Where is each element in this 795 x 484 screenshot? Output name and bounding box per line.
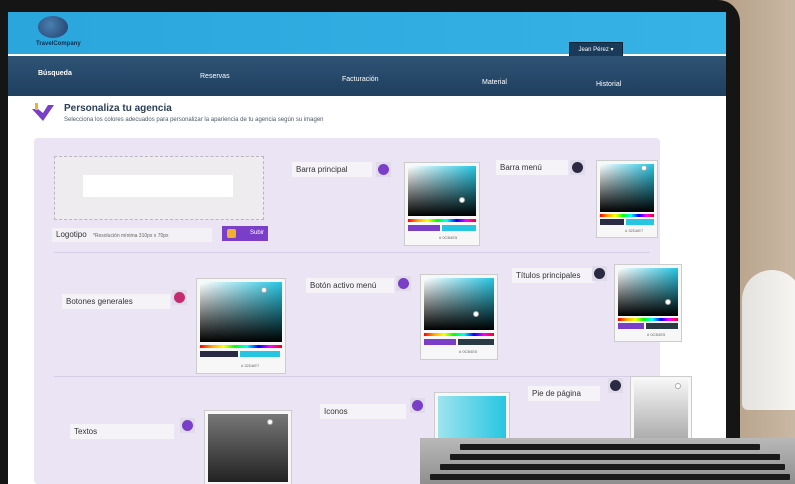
titulos-principales-old — [618, 323, 644, 329]
main-nav: Búsqueda Reservas Facturación Material H… — [8, 56, 726, 96]
page-subtitle: Selecciona los colores adecuados para pe… — [64, 117, 324, 123]
nav-item-historial[interactable]: Historial — [596, 81, 621, 88]
barra-principal-swatch — [378, 164, 389, 175]
titulos-principales-label: Títulos principales — [512, 268, 594, 283]
barra-principal-old — [408, 225, 440, 231]
user-name: Jean Pérez — [578, 47, 609, 53]
logo-field: Logotipo *Resolución mínima 310px x 70px — [52, 228, 212, 242]
titulos-principales-gradient[interactable] — [618, 268, 678, 316]
barra-principal-handle[interactable] — [459, 197, 465, 203]
boton-activo-menu-label: Botón activo menú — [306, 278, 394, 293]
key-row-1 — [460, 444, 760, 450]
nav-item-material[interactable]: Material — [482, 79, 507, 86]
textos-label: Textos — [70, 424, 174, 439]
barra-principal-swatch-box[interactable] — [376, 162, 391, 177]
titulos-principales-new — [646, 323, 678, 329]
titulos-principales-picker[interactable]: # 0CB4E5 — [614, 264, 682, 342]
textos-gradient[interactable] — [208, 414, 288, 482]
laptop-bezel: TravelCompany Jean Pérez ▾ Búsqueda Rese… — [0, 0, 740, 484]
barra-menu-label: Barra menú — [496, 160, 568, 175]
textos-swatch — [182, 420, 193, 431]
barra-menu-gradient[interactable] — [600, 164, 654, 212]
barra-principal-new — [442, 225, 476, 231]
nav-item-facturacion[interactable]: Facturación — [342, 76, 379, 83]
upload-label: Subir — [249, 230, 264, 236]
logo-label: Logotipo — [56, 230, 87, 239]
boton-activo-menu-hex[interactable]: # 0CB4E5 — [459, 349, 477, 354]
barra-principal-gradient[interactable] — [408, 166, 476, 216]
barra-menu-new — [626, 219, 654, 225]
titulos-principales-hue[interactable] — [618, 318, 678, 321]
titulos-principales-swatch — [594, 268, 605, 279]
iconos-label: Iconos — [320, 404, 406, 419]
row-divider-2 — [54, 376, 650, 377]
barra-menu-hex[interactable]: # 32DAE7 — [625, 228, 643, 233]
botones-generales-hue[interactable] — [200, 345, 282, 348]
boton-activo-menu-picker[interactable]: # 0CB4E5 — [420, 274, 498, 360]
key-row-4 — [430, 474, 790, 480]
pie-de-pagina-handle[interactable] — [675, 383, 681, 389]
boton-activo-menu-swatch-box[interactable] — [396, 276, 411, 291]
barra-menu-handle[interactable] — [641, 165, 647, 171]
boton-activo-menu-new — [458, 339, 494, 345]
barra-menu-hue[interactable] — [600, 214, 654, 217]
barra-principal-label: Barra principal — [292, 162, 372, 177]
textos-handle[interactable] — [267, 419, 273, 425]
page-title: Personaliza tu agencia — [64, 103, 172, 114]
botones-generales-picker[interactable]: # 32DAE7 — [196, 278, 286, 374]
boton-activo-menu-hue[interactable] — [424, 333, 494, 336]
upload-icon — [227, 229, 236, 238]
logo-hint: *Resolución mínima 310px x 70px — [92, 233, 169, 239]
titulos-principales-swatch-box[interactable] — [592, 266, 607, 281]
key-row-2 — [450, 454, 780, 460]
iconos-swatch-box[interactable] — [410, 398, 425, 413]
row-divider-1 — [54, 252, 650, 253]
botones-generales-new — [240, 351, 280, 357]
barra-principal-hue[interactable] — [408, 219, 476, 222]
palette-icon — [32, 103, 54, 121]
customization-panel: Logotipo *Resolución mínima 310px x 70px… — [34, 138, 692, 484]
botones-generales-old — [200, 351, 238, 357]
brand-logo[interactable]: TravelCompany — [36, 41, 81, 47]
botones-generales-label: Botones generales — [62, 294, 170, 309]
textos-swatch-box[interactable] — [180, 418, 195, 433]
barra-menu-old — [600, 219, 624, 225]
coffee-cup — [742, 270, 795, 410]
iconos-swatch — [412, 400, 423, 411]
key-row-3 — [440, 464, 785, 470]
top-bar: TravelCompany Jean Pérez ▾ — [8, 12, 726, 58]
nav-item-reservas[interactable]: Reservas — [200, 73, 230, 80]
logo-dropzone[interactable] — [54, 156, 264, 220]
nav-item-busqueda[interactable]: Búsqueda — [38, 70, 72, 77]
textos-picker[interactable] — [204, 410, 292, 484]
barra-menu-picker[interactable]: # 32DAE7 — [596, 160, 658, 238]
botones-generales-gradient[interactable] — [200, 282, 282, 342]
boton-activo-menu-old — [424, 339, 456, 345]
chevron-down-icon: ▾ — [610, 47, 614, 53]
pie-de-pagina-swatch-box[interactable] — [608, 378, 623, 393]
botones-generales-swatch-box[interactable] — [172, 290, 187, 305]
pie-de-pagina-label: Pie de página — [528, 386, 600, 401]
brand-globe-icon — [38, 16, 68, 38]
botones-generales-handle[interactable] — [261, 287, 267, 293]
pie-de-pagina-swatch — [610, 380, 621, 391]
boton-activo-menu-handle[interactable] — [473, 311, 479, 317]
barra-menu-swatch — [572, 162, 583, 173]
botones-generales-hex[interactable]: # 32DAE7 — [241, 363, 259, 368]
barra-principal-hex[interactable]: # 0CB4E5 — [439, 235, 457, 240]
botones-generales-swatch — [174, 292, 185, 303]
laptop-keyboard — [420, 438, 795, 484]
logo-preview — [83, 175, 233, 197]
boton-activo-menu-gradient[interactable] — [424, 278, 494, 330]
barra-principal-picker[interactable]: # 0CB4E5 — [404, 162, 480, 246]
titulos-principales-handle[interactable] — [665, 299, 671, 305]
upload-button[interactable]: Subir — [222, 226, 268, 241]
boton-activo-menu-swatch — [398, 278, 409, 289]
app-screen: TravelCompany Jean Pérez ▾ Búsqueda Rese… — [8, 12, 726, 484]
titulos-principales-hex[interactable]: # 0CB4E5 — [647, 332, 665, 337]
barra-menu-swatch-box[interactable] — [570, 160, 585, 175]
